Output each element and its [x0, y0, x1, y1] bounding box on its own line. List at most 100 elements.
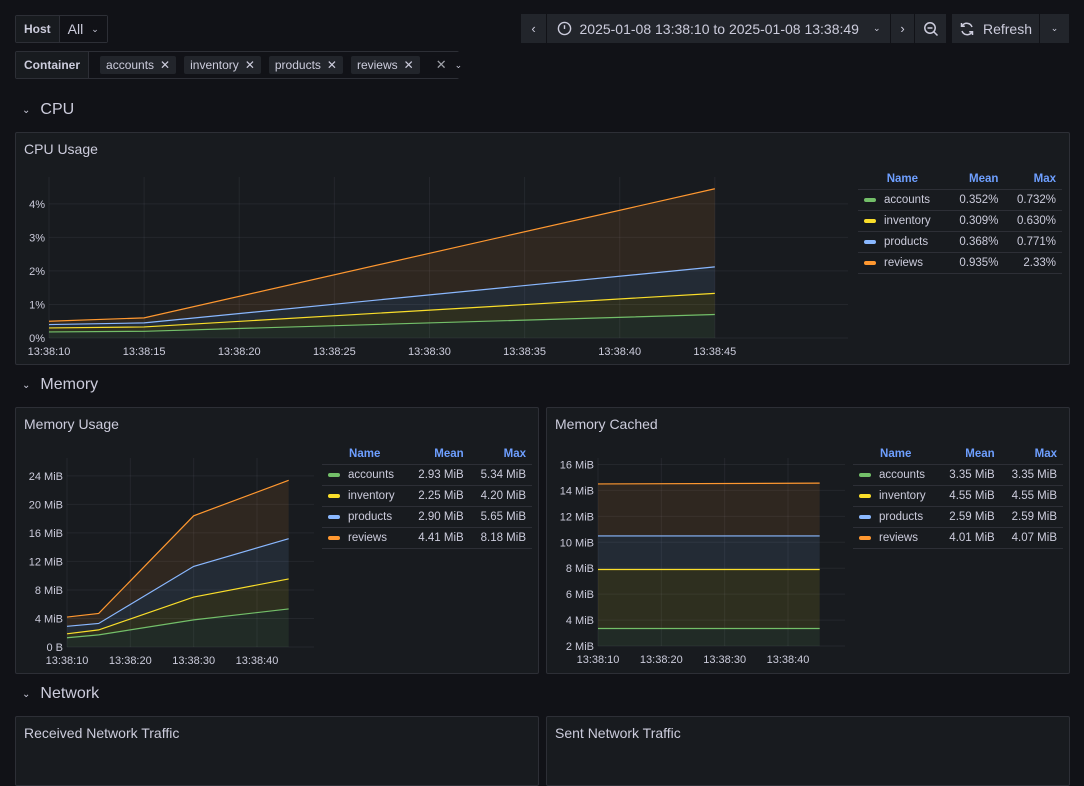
y-tick-label: 8 MiB — [566, 563, 594, 575]
section-title: Memory — [40, 376, 99, 393]
legend-row[interactable]: products 2.59 MiB 2.59 MiB — [853, 506, 1063, 528]
legend-mean-value: 4.55 MiB — [938, 485, 1001, 507]
y-tick-label: 24 MiB — [29, 471, 63, 483]
legend-header-max[interactable]: Max — [469, 444, 532, 465]
section-memory[interactable]: ⌄ Memory — [22, 376, 98, 394]
legend-row[interactable]: reviews 4.41 MiB 8.18 MiB — [322, 527, 532, 549]
series-color-swatch — [864, 239, 876, 244]
time-back-button[interactable]: ‹ — [521, 14, 547, 43]
cpu-usage-chart[interactable]: 0% 1% 2% 3% 4% 13:38:10 13:38:15 13:38:20 13:38:… — [16, 163, 856, 363]
x-tick-label: 13:38:20 — [218, 346, 261, 358]
clear-all-icon[interactable]: ✕ — [436, 57, 447, 73]
legend-header-name[interactable]: Name — [858, 169, 947, 190]
legend-row[interactable]: products 2.90 MiB 5.65 MiB — [322, 506, 532, 528]
host-select[interactable]: All ⌄ — [59, 16, 107, 42]
legend-row[interactable]: inventory 4.55 MiB 4.55 MiB — [853, 485, 1063, 507]
legend-row[interactable]: accounts 3.35 MiB 3.35 MiB — [853, 464, 1063, 486]
y-tick-label: 12 MiB — [560, 511, 594, 523]
area-products — [598, 535, 820, 570]
refresh-interval-button[interactable]: ⌄ — [1040, 14, 1069, 43]
panel-memory-usage: Memory Usage 0 B 4 MiB 8 MiB 12 MiB 16 MiB 20… — [15, 407, 539, 674]
remove-icon[interactable]: ✕ — [245, 58, 255, 72]
chip-label: inventory — [190, 58, 239, 72]
chevron-left-icon: ‹ — [531, 21, 536, 36]
memory-usage-legend: Name Mean Max accounts 2.93 MiB 5.34 MiB inven… — [322, 444, 532, 549]
legend-row[interactable]: reviews 4.01 MiB 4.07 MiB — [853, 527, 1063, 549]
panel-cpu-usage: CPU Usage 0% 1% 2% 3% 4% 13:38:10 13:38:15 13:3… — [15, 132, 1070, 365]
y-tick-label: 14 MiB — [560, 485, 594, 497]
legend-mean-value: 0.368% — [946, 231, 1005, 253]
series-color-swatch — [864, 197, 876, 202]
time-range-button[interactable]: 2025-01-08 13:38:10 to 2025-01-08 13:38:… — [547, 14, 891, 43]
zoom-out-button[interactable] — [915, 14, 946, 43]
remove-icon[interactable]: ✕ — [404, 58, 414, 72]
remove-icon[interactable]: ✕ — [327, 58, 337, 72]
legend-row[interactable]: accounts 2.93 MiB 5.34 MiB — [322, 464, 532, 486]
refresh-label: Refresh — [982, 20, 1033, 37]
panel-title: Memory Cached — [555, 416, 658, 432]
y-tick-label: 0% — [29, 333, 45, 345]
container-select[interactable]: accounts ✕ inventory ✕ products ✕ reviews ✕ … — [89, 52, 471, 78]
legend-series-name: accounts — [322, 464, 408, 486]
legend-max-value: 8.18 MiB — [469, 527, 532, 549]
y-tick-label: 12 MiB — [29, 556, 63, 568]
x-tick-label: 13:38:40 — [767, 654, 810, 666]
chevron-down-icon: ⌄ — [1050, 23, 1059, 33]
x-tick-label: 13:38:10 — [577, 654, 620, 666]
clock-icon — [557, 21, 571, 36]
chevron-right-icon: › — [900, 21, 905, 36]
legend-mean-value: 4.41 MiB — [407, 527, 470, 549]
legend-header-mean[interactable]: Mean — [938, 444, 1001, 465]
chip-label: accounts — [106, 58, 155, 72]
series-color-swatch — [328, 472, 340, 477]
line-reviews[interactable] — [597, 482, 820, 485]
zoom-out-icon — [923, 21, 938, 36]
container-chip: reviews ✕ — [350, 56, 420, 74]
legend-max-value: 4.55 MiB — [1000, 485, 1063, 507]
legend-row[interactable]: reviews 0.935% 2.33% — [858, 252, 1062, 274]
panel-title: CPU Usage — [24, 141, 98, 157]
legend-series-name: inventory — [853, 485, 939, 507]
chevron-down-icon: ⌄ — [22, 688, 31, 700]
time-forward-button[interactable]: › — [891, 14, 915, 43]
legend-row[interactable]: inventory 0.309% 0.630% — [858, 210, 1062, 232]
legend-header-max[interactable]: Max — [1004, 169, 1062, 190]
legend-header-mean[interactable]: Mean — [946, 169, 1005, 190]
section-cpu[interactable]: ⌄ CPU — [22, 101, 74, 119]
legend-header-max[interactable]: Max — [1000, 444, 1063, 465]
section-network[interactable]: ⌄ Network — [22, 685, 99, 703]
x-tick-label: 13:38:25 — [313, 346, 356, 358]
chip-label: reviews — [356, 58, 398, 72]
legend-max-value: 4.20 MiB — [469, 485, 532, 507]
series-color-swatch — [328, 493, 340, 498]
x-tick-label: 13:38:30 — [408, 346, 451, 358]
legend-mean-value: 2.93 MiB — [407, 464, 470, 486]
series-color-swatch — [328, 535, 340, 540]
legend-max-value: 5.65 MiB — [469, 506, 532, 528]
chevron-down-icon[interactable]: ⌄ — [455, 60, 463, 71]
refresh-button[interactable]: Refresh — [952, 14, 1040, 43]
container-chip: products ✕ — [268, 56, 343, 74]
y-tick-label: 4% — [29, 199, 45, 211]
y-tick-label: 8 MiB — [35, 585, 63, 597]
legend-series-name: products — [858, 231, 947, 253]
chevron-down-icon: ⌄ — [22, 379, 31, 391]
y-tick-label: 4 MiB — [35, 613, 63, 625]
legend-header-name[interactable]: Name — [853, 444, 939, 465]
host-filter: Host All ⌄ — [15, 15, 108, 43]
chevron-down-icon: ⌄ — [22, 104, 31, 116]
legend-series-name: inventory — [858, 210, 947, 232]
legend-max-value: 2.33% — [1004, 252, 1062, 274]
memory-cached-chart[interactable]: 2 MiB 4 MiB 6 MiB 8 MiB 10 MiB 12 MiB 14 MiB 16… — [547, 438, 852, 673]
area-reviews — [598, 483, 820, 536]
legend-row[interactable]: inventory 2.25 MiB 4.20 MiB — [322, 485, 532, 507]
legend-row[interactable]: products 0.368% 0.771% — [858, 231, 1062, 253]
series-color-swatch — [864, 260, 876, 265]
legend-row[interactable]: accounts 0.352% 0.732% — [858, 189, 1062, 211]
legend-series-name: accounts — [858, 189, 947, 211]
legend-max-value: 2.59 MiB — [1000, 506, 1063, 528]
remove-icon[interactable]: ✕ — [160, 58, 170, 72]
legend-header-mean[interactable]: Mean — [407, 444, 470, 465]
memory-usage-chart[interactable]: 0 B 4 MiB 8 MiB 12 MiB 16 MiB 20 MiB 24 MiB 13:… — [16, 438, 321, 673]
legend-header-name[interactable]: Name — [322, 444, 408, 465]
